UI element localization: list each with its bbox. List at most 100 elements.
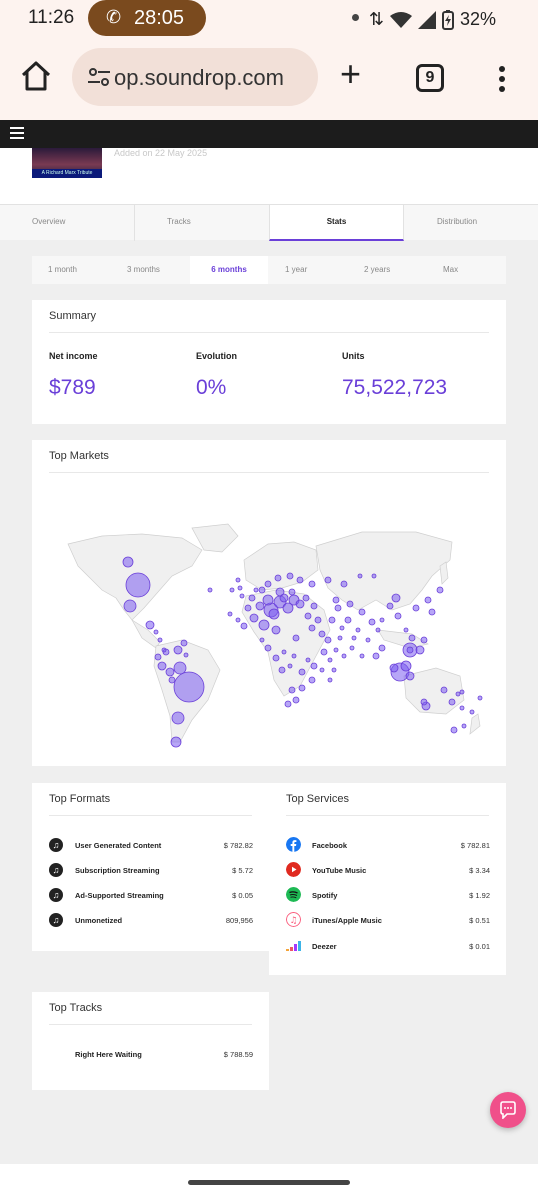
ongoing-call-pill[interactable]: ✆ 28:05 xyxy=(88,0,206,36)
market-bubble[interactable] xyxy=(171,711,185,725)
market-bubble[interactable] xyxy=(207,587,213,593)
market-bubble[interactable] xyxy=(240,622,248,630)
market-bubble[interactable] xyxy=(291,653,297,659)
market-bubble[interactable] xyxy=(332,596,340,604)
market-bubble[interactable] xyxy=(122,556,134,568)
market-bubble[interactable] xyxy=(296,576,304,584)
market-bubble[interactable] xyxy=(153,629,159,635)
market-bubble[interactable] xyxy=(355,627,361,633)
market-bubble[interactable] xyxy=(154,653,162,661)
market-bubble[interactable] xyxy=(168,676,176,684)
market-bubble[interactable] xyxy=(286,572,294,580)
tab-overview[interactable]: Overview xyxy=(32,205,65,241)
market-bubble[interactable] xyxy=(318,630,326,638)
tab-stats[interactable]: Stats xyxy=(269,205,404,241)
market-bubble[interactable] xyxy=(173,671,205,703)
market-bubble[interactable] xyxy=(268,608,280,620)
market-bubble[interactable] xyxy=(359,653,365,659)
market-bubble[interactable] xyxy=(327,657,333,663)
market-bubble[interactable] xyxy=(310,602,318,610)
market-bubble[interactable] xyxy=(428,608,436,616)
market-bubble[interactable] xyxy=(406,646,414,654)
market-bubble[interactable] xyxy=(448,698,456,706)
market-bubble[interactable] xyxy=(259,637,265,643)
market-bubble[interactable] xyxy=(235,617,241,623)
period-3-months[interactable]: 3 months xyxy=(127,256,160,284)
market-bubble[interactable] xyxy=(344,616,352,624)
market-bubble[interactable] xyxy=(278,666,286,674)
market-bubble[interactable] xyxy=(235,577,241,583)
market-bubble[interactable] xyxy=(298,684,306,692)
market-bubble[interactable] xyxy=(440,686,448,694)
tab-tracks[interactable]: Tracks xyxy=(167,205,191,241)
market-bubble[interactable] xyxy=(334,604,342,612)
market-bubble[interactable] xyxy=(461,723,467,729)
market-bubble[interactable] xyxy=(288,686,296,694)
market-bubble[interactable] xyxy=(308,624,316,632)
market-bubble[interactable] xyxy=(405,671,415,681)
market-bubble[interactable] xyxy=(170,736,182,748)
address-bar[interactable]: op.soundrop.com xyxy=(72,48,318,106)
market-bubble[interactable] xyxy=(262,594,274,606)
market-bubble[interactable] xyxy=(295,599,305,609)
market-bubble[interactable] xyxy=(477,695,483,701)
market-bubble[interactable] xyxy=(424,596,432,604)
market-bubble[interactable] xyxy=(229,587,235,593)
market-bubble[interactable] xyxy=(324,636,332,644)
market-bubble[interactable] xyxy=(288,588,296,596)
market-bubble[interactable] xyxy=(372,652,380,660)
market-bubble[interactable] xyxy=(145,620,155,630)
market-bubble[interactable] xyxy=(328,616,336,624)
market-bubble[interactable] xyxy=(327,677,333,683)
market-bubble[interactable] xyxy=(125,572,151,598)
market-bubble[interactable] xyxy=(274,574,282,582)
market-bubble[interactable] xyxy=(255,601,265,611)
market-bubble[interactable] xyxy=(365,637,371,643)
market-bubble[interactable] xyxy=(157,661,167,671)
market-bubble[interactable] xyxy=(400,660,412,672)
market-bubble[interactable] xyxy=(459,705,465,711)
market-bubble[interactable] xyxy=(351,635,357,641)
market-bubble[interactable] xyxy=(357,573,363,579)
market-bubble[interactable] xyxy=(244,604,252,612)
home-gesture-bar[interactable] xyxy=(188,1180,350,1185)
market-bubble[interactable] xyxy=(292,696,300,704)
market-bubble[interactable] xyxy=(248,594,256,602)
market-bubble[interactable] xyxy=(450,726,458,734)
market-bubble[interactable] xyxy=(227,611,233,617)
market-bubble[interactable] xyxy=(183,652,189,658)
market-bubble[interactable] xyxy=(308,676,316,684)
market-bubble[interactable] xyxy=(379,617,385,623)
market-bubble[interactable] xyxy=(305,657,311,663)
period-max[interactable]: Max xyxy=(443,256,458,284)
market-bubble[interactable] xyxy=(403,627,409,633)
support-chat-button[interactable] xyxy=(490,1092,526,1128)
market-bubble[interactable] xyxy=(258,619,270,631)
market-bubble[interactable] xyxy=(287,663,293,669)
market-bubble[interactable] xyxy=(281,649,287,655)
market-bubble[interactable] xyxy=(161,647,167,653)
market-bubble[interactable] xyxy=(420,698,428,706)
market-bubble[interactable] xyxy=(378,644,386,652)
market-bubble[interactable] xyxy=(389,663,399,673)
period-6-months[interactable]: 6 months xyxy=(190,256,268,284)
market-bubble[interactable] xyxy=(375,627,381,633)
home-icon[interactable] xyxy=(18,58,54,94)
market-bubble[interactable] xyxy=(314,616,322,624)
market-bubble[interactable] xyxy=(253,587,259,593)
market-bubble[interactable] xyxy=(408,634,416,642)
market-bubble[interactable] xyxy=(302,594,310,602)
market-bubble[interactable] xyxy=(284,700,292,708)
market-bubble[interactable] xyxy=(271,625,281,635)
market-bubble[interactable] xyxy=(275,587,285,597)
market-bubble[interactable] xyxy=(239,593,245,599)
market-bubble[interactable] xyxy=(272,654,280,662)
period-2-years[interactable]: 2 years xyxy=(364,256,390,284)
market-bubble[interactable] xyxy=(264,644,272,652)
market-bubble[interactable] xyxy=(339,625,345,631)
site-settings-icon[interactable] xyxy=(86,64,112,90)
market-bubble[interactable] xyxy=(173,661,187,675)
market-bubble[interactable] xyxy=(180,639,188,647)
market-bubble[interactable] xyxy=(320,648,328,656)
more-menu-icon[interactable] xyxy=(492,64,512,94)
